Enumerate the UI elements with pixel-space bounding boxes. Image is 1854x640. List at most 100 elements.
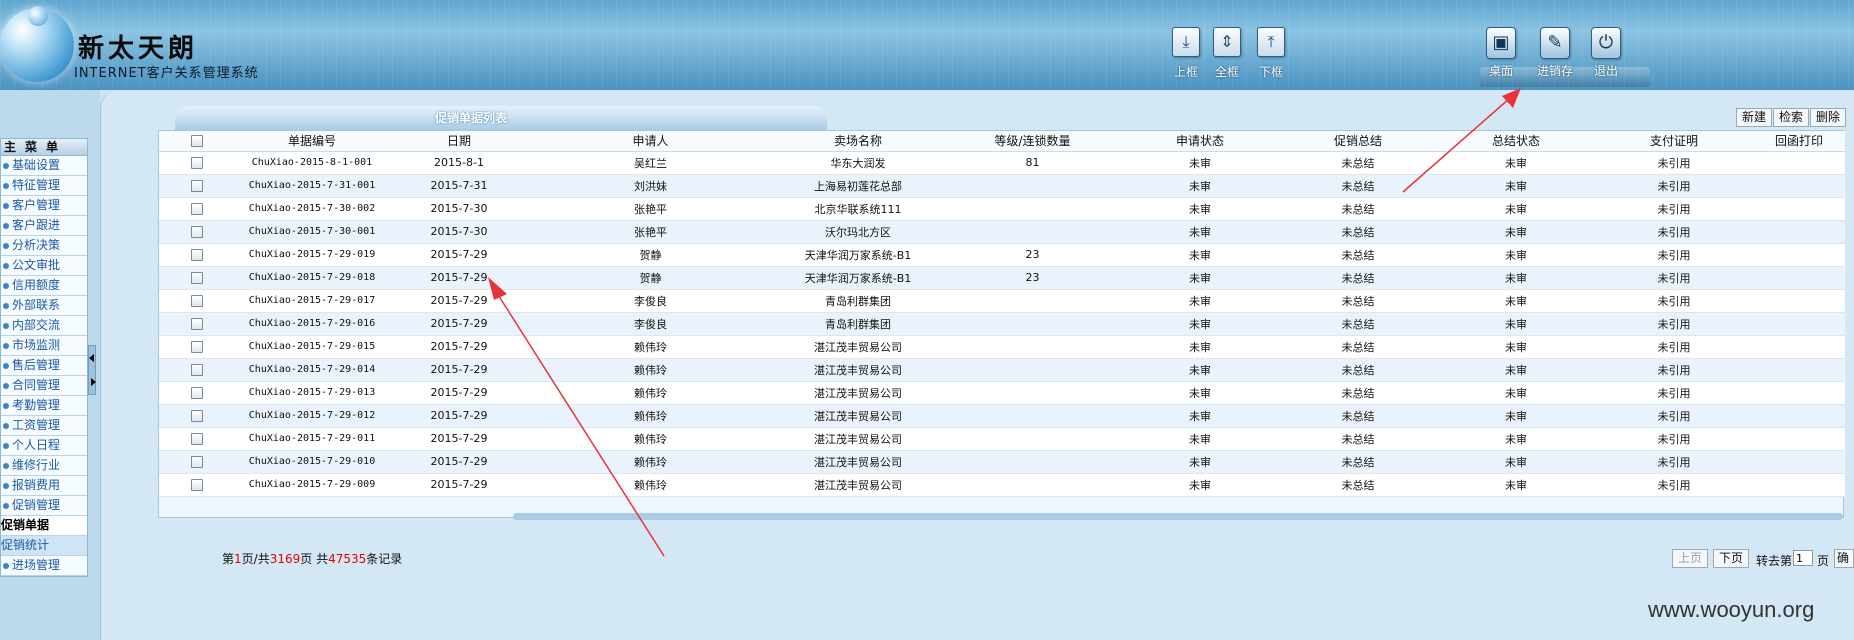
table-row[interactable]: ChuXiao-2015-7-29-014 2015-7-29 赖伟玲 湛江茂丰贸易公… xyxy=(159,358,1845,382)
cell-code[interactable]: ChuXiao-2015-7-29-011 xyxy=(235,427,389,451)
sidebar-item[interactable]: 内部交流 xyxy=(1,316,87,336)
sidebar-item[interactable]: 考勤管理 xyxy=(1,396,87,416)
sidebar-item[interactable]: 促销统计 xyxy=(1,536,87,556)
sidebar-item[interactable]: 客户跟进 xyxy=(1,216,87,236)
row-select-cell xyxy=(159,174,235,198)
table-row[interactable]: ChuXiao-2015-7-29-019 2015-7-29 贺静 天津华润万家系统… xyxy=(159,243,1845,267)
column-header-code[interactable]: 单据编号 xyxy=(235,131,389,152)
column-header-summary[interactable]: 促销总结 xyxy=(1279,131,1437,152)
row-checkbox[interactable] xyxy=(191,456,203,468)
cell-code[interactable]: ChuXiao-2015-7-30-001 xyxy=(235,220,389,244)
sidebar-item[interactable]: 客户管理 xyxy=(1,196,87,216)
sidebar-item[interactable]: 基础设置 xyxy=(1,156,87,176)
cell-code[interactable]: ChuXiao-2015-7-29-009 xyxy=(235,473,389,497)
column-header-apply-status[interactable]: 申请状态 xyxy=(1121,131,1279,152)
new-button[interactable]: 新建 xyxy=(1736,108,1773,127)
cell-summary: 未总结 xyxy=(1279,450,1437,474)
row-checkbox[interactable] xyxy=(191,295,203,307)
sidebar-item[interactable]: 个人日程 xyxy=(1,436,87,456)
row-checkbox[interactable] xyxy=(191,433,203,445)
inventory-button[interactable]: ✎ 进销存 xyxy=(1529,27,1581,79)
cell-store: 湛江茂丰贸易公司 xyxy=(772,473,944,497)
column-header-applicant[interactable]: 申请人 xyxy=(529,131,772,152)
row-checkbox[interactable] xyxy=(191,341,203,353)
table-row[interactable]: ChuXiao-2015-7-30-002 2015-7-30 张艳平 北京华联系统1… xyxy=(159,197,1845,221)
sidebar-item[interactable]: 分析决策 xyxy=(1,236,87,256)
goto-confirm-button[interactable]: 确认 xyxy=(1834,549,1854,568)
goto-page-input[interactable] xyxy=(1793,550,1813,566)
table-row[interactable]: ChuXiao-2015-7-29-016 2015-7-29 李俊良 青岛利群集团 未… xyxy=(159,312,1845,336)
column-header-date[interactable]: 日期 xyxy=(389,131,529,152)
exit-button[interactable]: ⏻ 退出 xyxy=(1580,27,1632,79)
sidebar-item[interactable]: 维修行业 xyxy=(1,456,87,476)
row-checkbox[interactable] xyxy=(191,387,203,399)
select-all-checkbox[interactable] xyxy=(191,135,203,148)
cell-code[interactable]: ChuXiao-2015-7-29-017 xyxy=(235,289,389,313)
row-checkbox[interactable] xyxy=(191,479,203,491)
sidebar-item[interactable]: 报销费用 xyxy=(1,476,87,496)
column-header-store[interactable]: 卖场名称 xyxy=(772,131,944,152)
sidebar-collapse-handle[interactable] xyxy=(88,345,96,395)
sidebar-item[interactable]: 进场管理 xyxy=(1,556,87,576)
sidebar-item[interactable]: 售后管理 xyxy=(1,356,87,376)
column-header-reply-print[interactable]: 回函打印 xyxy=(1753,131,1845,152)
cell-summary: 未总结 xyxy=(1279,473,1437,497)
bullet-icon xyxy=(3,502,9,509)
sidebar-item[interactable]: 信用额度 xyxy=(1,276,87,296)
sidebar-item[interactable]: 市场监测 xyxy=(1,336,87,356)
prev-page-button[interactable]: 上页 xyxy=(1672,549,1709,568)
horizontal-scrollbar[interactable] xyxy=(513,513,1843,520)
cell-code[interactable]: ChuXiao-2015-7-30-002 xyxy=(235,197,389,221)
table-row[interactable]: ChuXiao-2015-7-29-010 2015-7-29 赖伟玲 湛江茂丰贸易公… xyxy=(159,450,1845,474)
sidebar-item[interactable]: 促销管理 xyxy=(1,496,87,516)
cell-code[interactable]: ChuXiao-2015-8-1-001 xyxy=(235,151,389,175)
frame-down-button[interactable]: ⤒ 下框 xyxy=(1245,27,1297,80)
sidebar-item[interactable]: 工资管理 xyxy=(1,416,87,436)
cell-level xyxy=(944,404,1121,428)
sidebar-item[interactable]: 外部联系 xyxy=(1,296,87,316)
table-row[interactable]: ChuXiao-2015-7-30-001 2015-7-30 张艳平 沃尔玛北方区 未… xyxy=(159,220,1845,244)
cell-date: 2015-7-29 xyxy=(389,266,529,290)
cell-code[interactable]: ChuXiao-2015-7-29-010 xyxy=(235,450,389,474)
sidebar-item-label: 维修行业 xyxy=(12,458,61,472)
table-row[interactable]: ChuXiao-2015-7-31-001 2015-7-31 刘洪妹 上海易初莲花总… xyxy=(159,174,1845,198)
sidebar-item[interactable]: 公文审批 xyxy=(1,256,87,276)
table-row[interactable]: ChuXiao-2015-8-1-001 2015-8-1 吴红兰 华东大润发 81 未审… xyxy=(159,151,1845,175)
table-row[interactable]: ChuXiao-2015-7-29-018 2015-7-29 贺静 天津华润万家系统… xyxy=(159,266,1845,290)
sidebar-item[interactable]: 合同管理 xyxy=(1,376,87,396)
search-button[interactable]: 检索 xyxy=(1773,108,1810,127)
cell-store: 湛江茂丰贸易公司 xyxy=(772,427,944,451)
cell-code[interactable]: ChuXiao-2015-7-29-018 xyxy=(235,266,389,290)
row-checkbox[interactable] xyxy=(191,157,203,169)
desktop-button[interactable]: ▣ 桌面 xyxy=(1475,27,1527,79)
row-checkbox[interactable] xyxy=(191,318,203,330)
sidebar-item[interactable]: 促销单据 xyxy=(1,516,87,536)
table-row[interactable]: ChuXiao-2015-7-29-012 2015-7-29 赖伟玲 湛江茂丰贸易公… xyxy=(159,404,1845,428)
cell-code[interactable]: ChuXiao-2015-7-29-014 xyxy=(235,358,389,382)
delete-button[interactable]: 删除 xyxy=(1810,108,1847,127)
cell-code[interactable]: ChuXiao-2015-7-29-016 xyxy=(235,312,389,336)
next-page-button[interactable]: 下页 xyxy=(1713,549,1750,568)
cell-reply-print xyxy=(1753,174,1845,198)
table-row[interactable]: ChuXiao-2015-7-29-013 2015-7-29 赖伟玲 湛江茂丰贸易公… xyxy=(159,381,1845,405)
row-checkbox[interactable] xyxy=(191,272,203,284)
cell-code[interactable]: ChuXiao-2015-7-29-015 xyxy=(235,335,389,359)
row-checkbox[interactable] xyxy=(191,180,203,192)
cell-code[interactable]: ChuXiao-2015-7-29-012 xyxy=(235,404,389,428)
row-checkbox[interactable] xyxy=(191,410,203,422)
column-header-level[interactable]: 等级/连锁数量 xyxy=(944,131,1121,152)
row-checkbox[interactable] xyxy=(191,226,203,238)
row-checkbox[interactable] xyxy=(191,249,203,261)
column-header-summary-status[interactable]: 总结状态 xyxy=(1437,131,1595,152)
cell-code[interactable]: ChuXiao-2015-7-29-013 xyxy=(235,381,389,405)
sidebar-item[interactable]: 特征管理 xyxy=(1,176,87,196)
cell-code[interactable]: ChuXiao-2015-7-31-001 xyxy=(235,174,389,198)
table-row[interactable]: ChuXiao-2015-7-29-017 2015-7-29 李俊良 青岛利群集团 未… xyxy=(159,289,1845,313)
table-row[interactable]: ChuXiao-2015-7-29-009 2015-7-29 赖伟玲 湛江茂丰贸易公… xyxy=(159,473,1845,497)
row-checkbox[interactable] xyxy=(191,364,203,376)
row-checkbox[interactable] xyxy=(191,203,203,215)
table-row[interactable]: ChuXiao-2015-7-29-015 2015-7-29 赖伟玲 湛江茂丰贸易公… xyxy=(159,335,1845,359)
table-row[interactable]: ChuXiao-2015-7-29-011 2015-7-29 赖伟玲 湛江茂丰贸易公… xyxy=(159,427,1845,451)
cell-code[interactable]: ChuXiao-2015-7-29-019 xyxy=(235,243,389,267)
column-header-payment-proof[interactable]: 支付证明 xyxy=(1595,131,1753,152)
